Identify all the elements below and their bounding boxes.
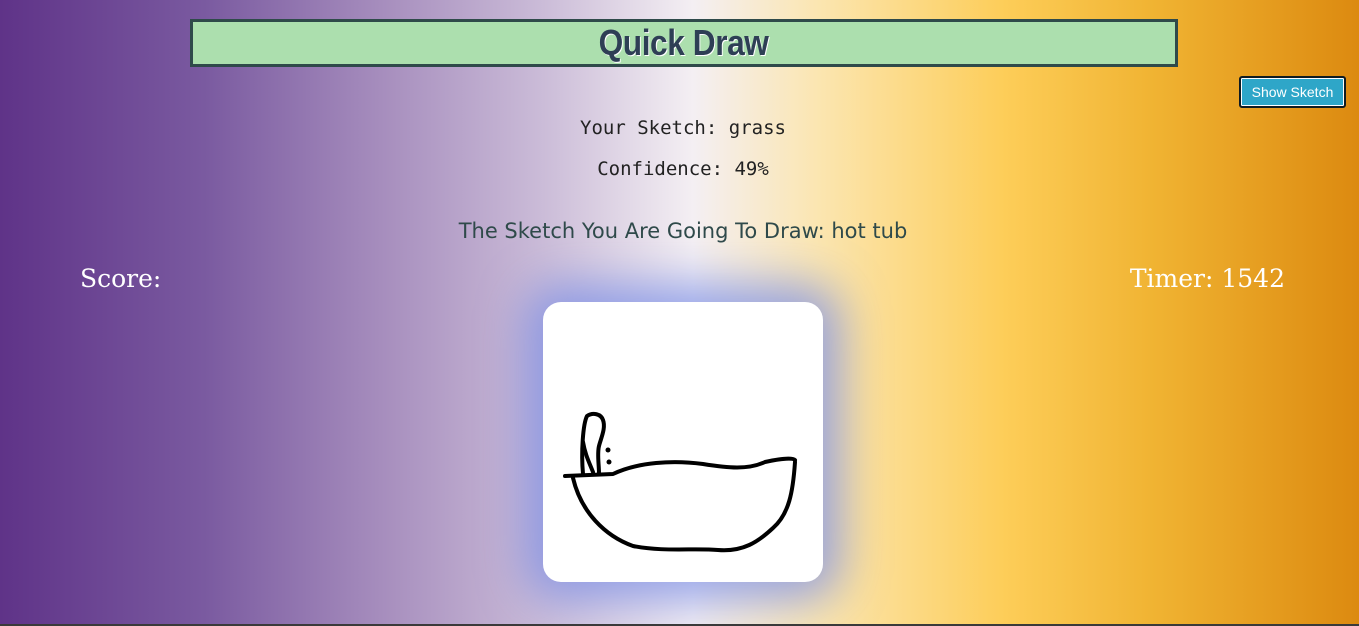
- prediction-label: Your Sketch: grass: [580, 117, 786, 139]
- target-prompt: The Sketch You Are Going To Draw: hot tu…: [458, 219, 908, 243]
- drawing-canvas[interactable]: [543, 302, 823, 582]
- sketch-drawing: [563, 411, 797, 553]
- timer-label: Timer: 1542: [1129, 264, 1285, 293]
- page-title: Quick Draw: [599, 22, 769, 63]
- score-label: Score:: [80, 264, 162, 293]
- show-sketch-button[interactable]: Show Sketch: [1239, 76, 1346, 108]
- faucet-drop-2: [606, 459, 612, 465]
- title-banner: Quick Draw: [190, 19, 1178, 67]
- confidence-label: Confidence: 49%: [597, 158, 769, 180]
- faucet-stroke: [580, 411, 606, 476]
- faucet-drop-1: [605, 447, 611, 453]
